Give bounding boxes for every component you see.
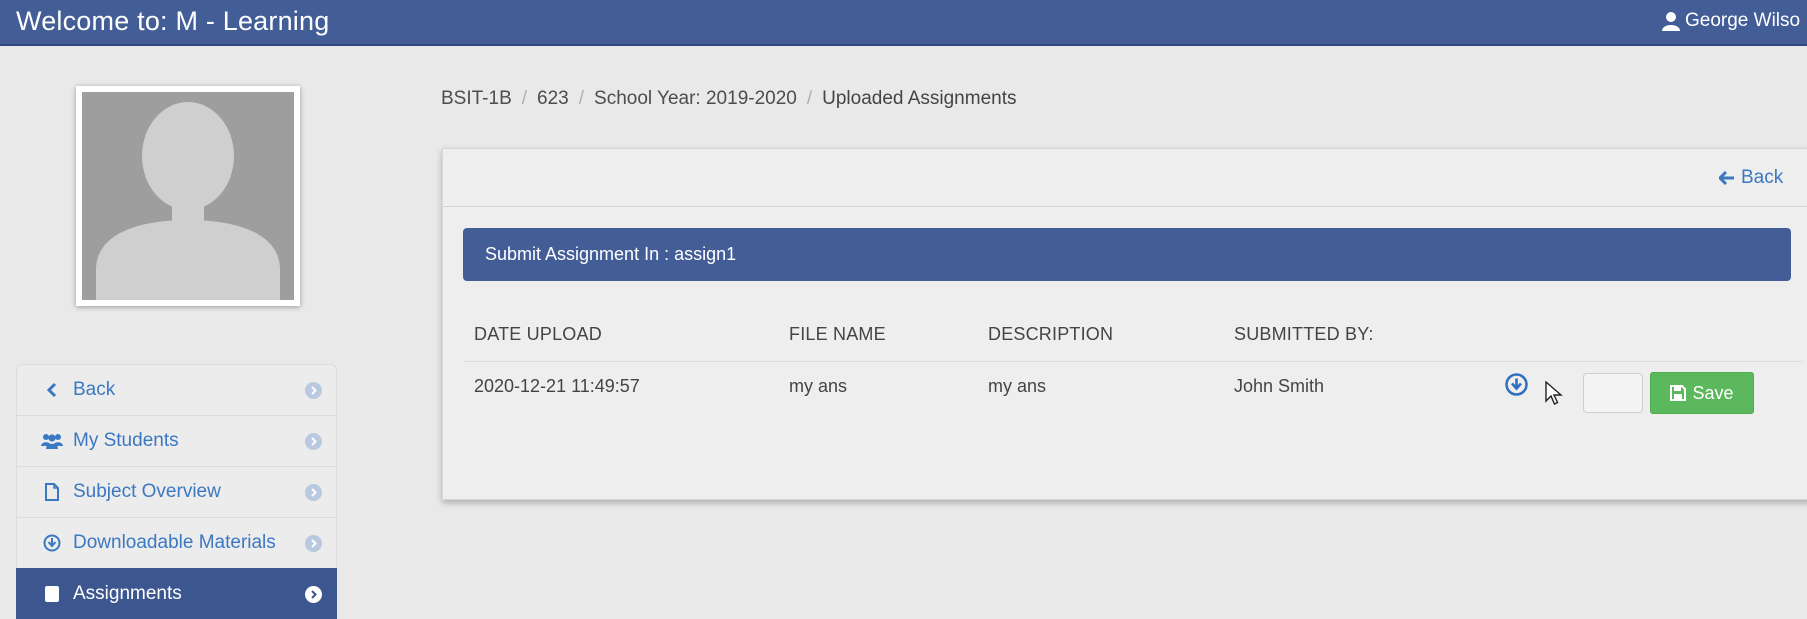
avatar-placeholder-icon bbox=[82, 92, 294, 300]
chevron-right-circle-icon bbox=[305, 382, 322, 405]
cell-description: my ans bbox=[988, 376, 1047, 396]
sidebar-item-label: Back bbox=[73, 379, 116, 400]
breadcrumb-item[interactable]: 623 bbox=[537, 88, 569, 110]
sidebar-item-label: Downloadable Materials bbox=[73, 532, 276, 553]
column-header-file-name: FILE NAME bbox=[789, 324, 886, 344]
sidebar-nav: Back My Students Subject Overview Downlo… bbox=[16, 364, 337, 619]
chevron-left-icon bbox=[41, 382, 63, 398]
top-navbar: Welcome to: M - Learning George Wilso bbox=[0, 0, 1807, 46]
column-header-date-upload: DATE UPLOAD bbox=[474, 324, 602, 344]
cell-date-upload: 2020-12-21 11:49:57 bbox=[474, 376, 640, 396]
breadcrumb: BSIT-1B / 623 / School Year: 2019-2020 /… bbox=[441, 88, 1016, 110]
breadcrumb-current: Uploaded Assignments bbox=[822, 88, 1017, 109]
sidebar-item-subject-overview[interactable]: Subject Overview bbox=[16, 466, 337, 517]
uploaded-assignments-panel: Back Submit Assignment In : assign1 DATE… bbox=[442, 148, 1807, 500]
grade-input[interactable] bbox=[1583, 373, 1643, 413]
column-header-submitted-by: SUBMITTED BY: bbox=[1234, 324, 1374, 344]
breadcrumb-separator: / bbox=[521, 88, 528, 109]
sidebar-item-my-students[interactable]: My Students bbox=[16, 415, 337, 466]
cell-submitted-by: John Smith bbox=[1234, 376, 1325, 396]
arrow-left-icon bbox=[1719, 171, 1734, 185]
breadcrumb-separator: / bbox=[578, 88, 585, 109]
download-icon[interactable] bbox=[1505, 373, 1528, 401]
breadcrumb-item[interactable]: BSIT-1B bbox=[441, 88, 512, 110]
save-button-label: Save bbox=[1692, 382, 1734, 403]
download-circle-icon bbox=[41, 534, 63, 552]
sidebar-item-assignments[interactable]: Assignments bbox=[16, 568, 337, 619]
sidebar-item-label: My Students bbox=[73, 430, 179, 451]
user-name: George Wilso bbox=[1685, 10, 1801, 31]
cell-file-name: my ans bbox=[789, 376, 848, 396]
table-row-divider bbox=[463, 361, 1803, 362]
file-icon bbox=[41, 483, 63, 501]
app-title: Welcome to: M - Learning bbox=[16, 6, 330, 36]
save-button[interactable]: Save bbox=[1650, 372, 1754, 414]
floppy-disk-icon bbox=[1670, 385, 1687, 401]
user-icon bbox=[1662, 12, 1680, 31]
chevron-right-circle-icon bbox=[305, 586, 322, 609]
book-icon bbox=[41, 585, 63, 603]
assignment-heading: Submit Assignment In : assign1 bbox=[463, 228, 1791, 281]
users-icon bbox=[41, 433, 63, 449]
mouse-cursor-icon bbox=[1545, 380, 1563, 412]
sidebar-item-label: Assignments bbox=[73, 583, 182, 604]
sidebar-item-downloadable-materials[interactable]: Downloadable Materials bbox=[16, 517, 337, 568]
column-header-description: DESCRIPTION bbox=[988, 324, 1114, 344]
back-link-label: Back bbox=[1741, 167, 1784, 188]
sidebar-item-label: Subject Overview bbox=[73, 481, 221, 502]
user-menu[interactable]: George Wilso bbox=[1662, 6, 1800, 36]
back-link[interactable]: Back bbox=[1719, 167, 1783, 189]
breadcrumb-item[interactable]: School Year: 2019-2020 bbox=[594, 88, 797, 110]
profile-picture bbox=[76, 86, 300, 306]
chevron-right-circle-icon bbox=[305, 433, 322, 456]
sidebar-item-back[interactable]: Back bbox=[16, 364, 337, 415]
breadcrumb-separator: / bbox=[806, 88, 813, 109]
chevron-right-circle-icon bbox=[305, 484, 322, 507]
panel-header: Back bbox=[443, 149, 1807, 207]
chevron-right-circle-icon bbox=[305, 535, 322, 558]
